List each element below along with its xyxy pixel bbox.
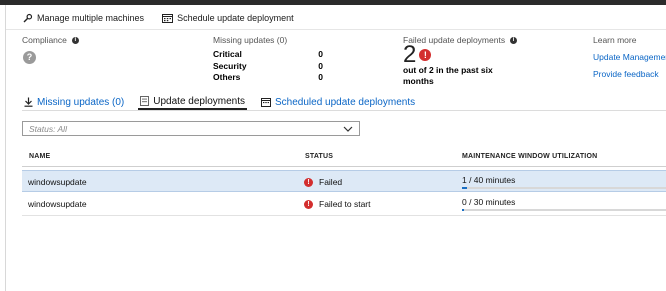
compliance-label: Compliance bbox=[22, 35, 67, 45]
missing-row-value: 0 bbox=[318, 72, 323, 82]
missing-updates-label: Missing updates (0) bbox=[213, 35, 288, 45]
tab-label: Update deployments bbox=[153, 95, 245, 107]
failed-deployments-subtitle: out of 2 in the past six months bbox=[403, 65, 493, 86]
tab-label: Missing updates (0) bbox=[37, 96, 125, 108]
utilization-bar bbox=[462, 209, 666, 211]
window-top-bar bbox=[0, 0, 666, 5]
compliance-section: Compliance i bbox=[22, 35, 79, 45]
missing-row-value: 0 bbox=[318, 60, 323, 71]
deployment-status-text: Failed to start bbox=[319, 199, 371, 209]
manage-multiple-machines-button[interactable]: Manage multiple machines bbox=[22, 13, 144, 24]
utilization-bar bbox=[462, 187, 666, 189]
toolbar-divider bbox=[6, 29, 666, 30]
missing-row-value: 0 bbox=[318, 49, 323, 59]
missing-row-critical: Critical 0 bbox=[213, 49, 323, 61]
deployment-status: ! Failed bbox=[304, 177, 342, 187]
wrench-icon bbox=[23, 13, 33, 22]
utilization-bar-fill bbox=[462, 187, 468, 189]
provide-feedback-link[interactable]: Provide feedback bbox=[593, 69, 666, 79]
learn-more-label: Learn more bbox=[593, 35, 637, 45]
tab-label: Scheduled update deployments bbox=[275, 96, 416, 108]
left-border bbox=[5, 5, 6, 291]
missing-row-label: Others bbox=[213, 72, 241, 82]
missing-updates-section: Missing updates (0) bbox=[213, 35, 287, 45]
info-icon[interactable]: i bbox=[71, 36, 79, 44]
schedule-update-deployment-label: Schedule update deployment bbox=[177, 13, 294, 23]
missing-updates-breakdown: Critical 0 Security 0 Others 0 bbox=[213, 49, 323, 84]
deployment-utilization: 0 / 30 minutes bbox=[462, 197, 516, 207]
table-row-divider bbox=[22, 215, 666, 216]
column-header-utilization[interactable]: MAINTENANCE WINDOW UTILIZATION bbox=[462, 153, 597, 160]
deployment-status: ! Failed to start bbox=[304, 199, 371, 209]
tab-bar: Missing updates (0) Update deployments S… bbox=[22, 94, 429, 110]
tab-update-deployments[interactable]: Update deployments bbox=[138, 94, 247, 110]
status-filter-value: Status: All bbox=[29, 123, 67, 134]
info-icon[interactable]: i bbox=[510, 36, 518, 44]
schedule-update-deployment-button[interactable]: Schedule update deployment bbox=[162, 13, 294, 23]
table-row[interactable]: windowsupdate ! Failed to start 0 / 30 m… bbox=[22, 193, 666, 215]
error-icon: ! bbox=[304, 199, 313, 209]
failed-deployments-count: 2 ! bbox=[403, 41, 432, 68]
missing-row-security: Security 0 bbox=[213, 61, 323, 73]
deployment-icon bbox=[140, 96, 150, 106]
tab-missing-updates[interactable]: Missing updates (0) bbox=[22, 94, 126, 110]
deployment-name: windowsupdate bbox=[28, 177, 87, 187]
missing-row-label: Critical bbox=[213, 49, 242, 59]
deployment-status-text: Failed bbox=[319, 177, 343, 187]
download-icon bbox=[24, 97, 33, 107]
utilization-bar-fill bbox=[462, 209, 465, 211]
table-row[interactable]: windowsupdate ! Failed 1 / 40 minutes bbox=[22, 170, 666, 192]
error-icon: ! bbox=[304, 177, 313, 187]
compliance-unknown-icon: ? bbox=[23, 51, 36, 64]
column-header-name[interactable]: NAME bbox=[29, 153, 50, 160]
chevron-down-icon bbox=[343, 126, 353, 132]
table-header-divider bbox=[22, 166, 666, 167]
tab-scheduled-update-deployments[interactable]: Scheduled update deployments bbox=[259, 94, 417, 110]
deployment-name: windowsupdate bbox=[28, 199, 87, 209]
toolbar: Manage multiple machines Schedule update… bbox=[22, 11, 312, 25]
update-management-link[interactable]: Update Management bbox=[593, 52, 666, 62]
learn-more-section: Learn more Update Management Provide fee… bbox=[593, 35, 666, 79]
calendar-icon bbox=[261, 97, 271, 107]
failed-count-value: 2 bbox=[403, 41, 417, 68]
missing-row-others: Others 0 bbox=[213, 72, 323, 84]
calendar-icon bbox=[162, 14, 174, 23]
missing-row-label: Security bbox=[213, 60, 247, 71]
deployment-utilization: 1 / 40 minutes bbox=[462, 175, 516, 185]
error-icon: ! bbox=[419, 49, 432, 61]
tabs-divider bbox=[22, 110, 666, 111]
status-filter-dropdown[interactable]: Status: All bbox=[22, 121, 360, 136]
column-header-status[interactable]: STATUS bbox=[305, 153, 333, 160]
manage-multiple-machines-label: Manage multiple machines bbox=[37, 13, 145, 23]
